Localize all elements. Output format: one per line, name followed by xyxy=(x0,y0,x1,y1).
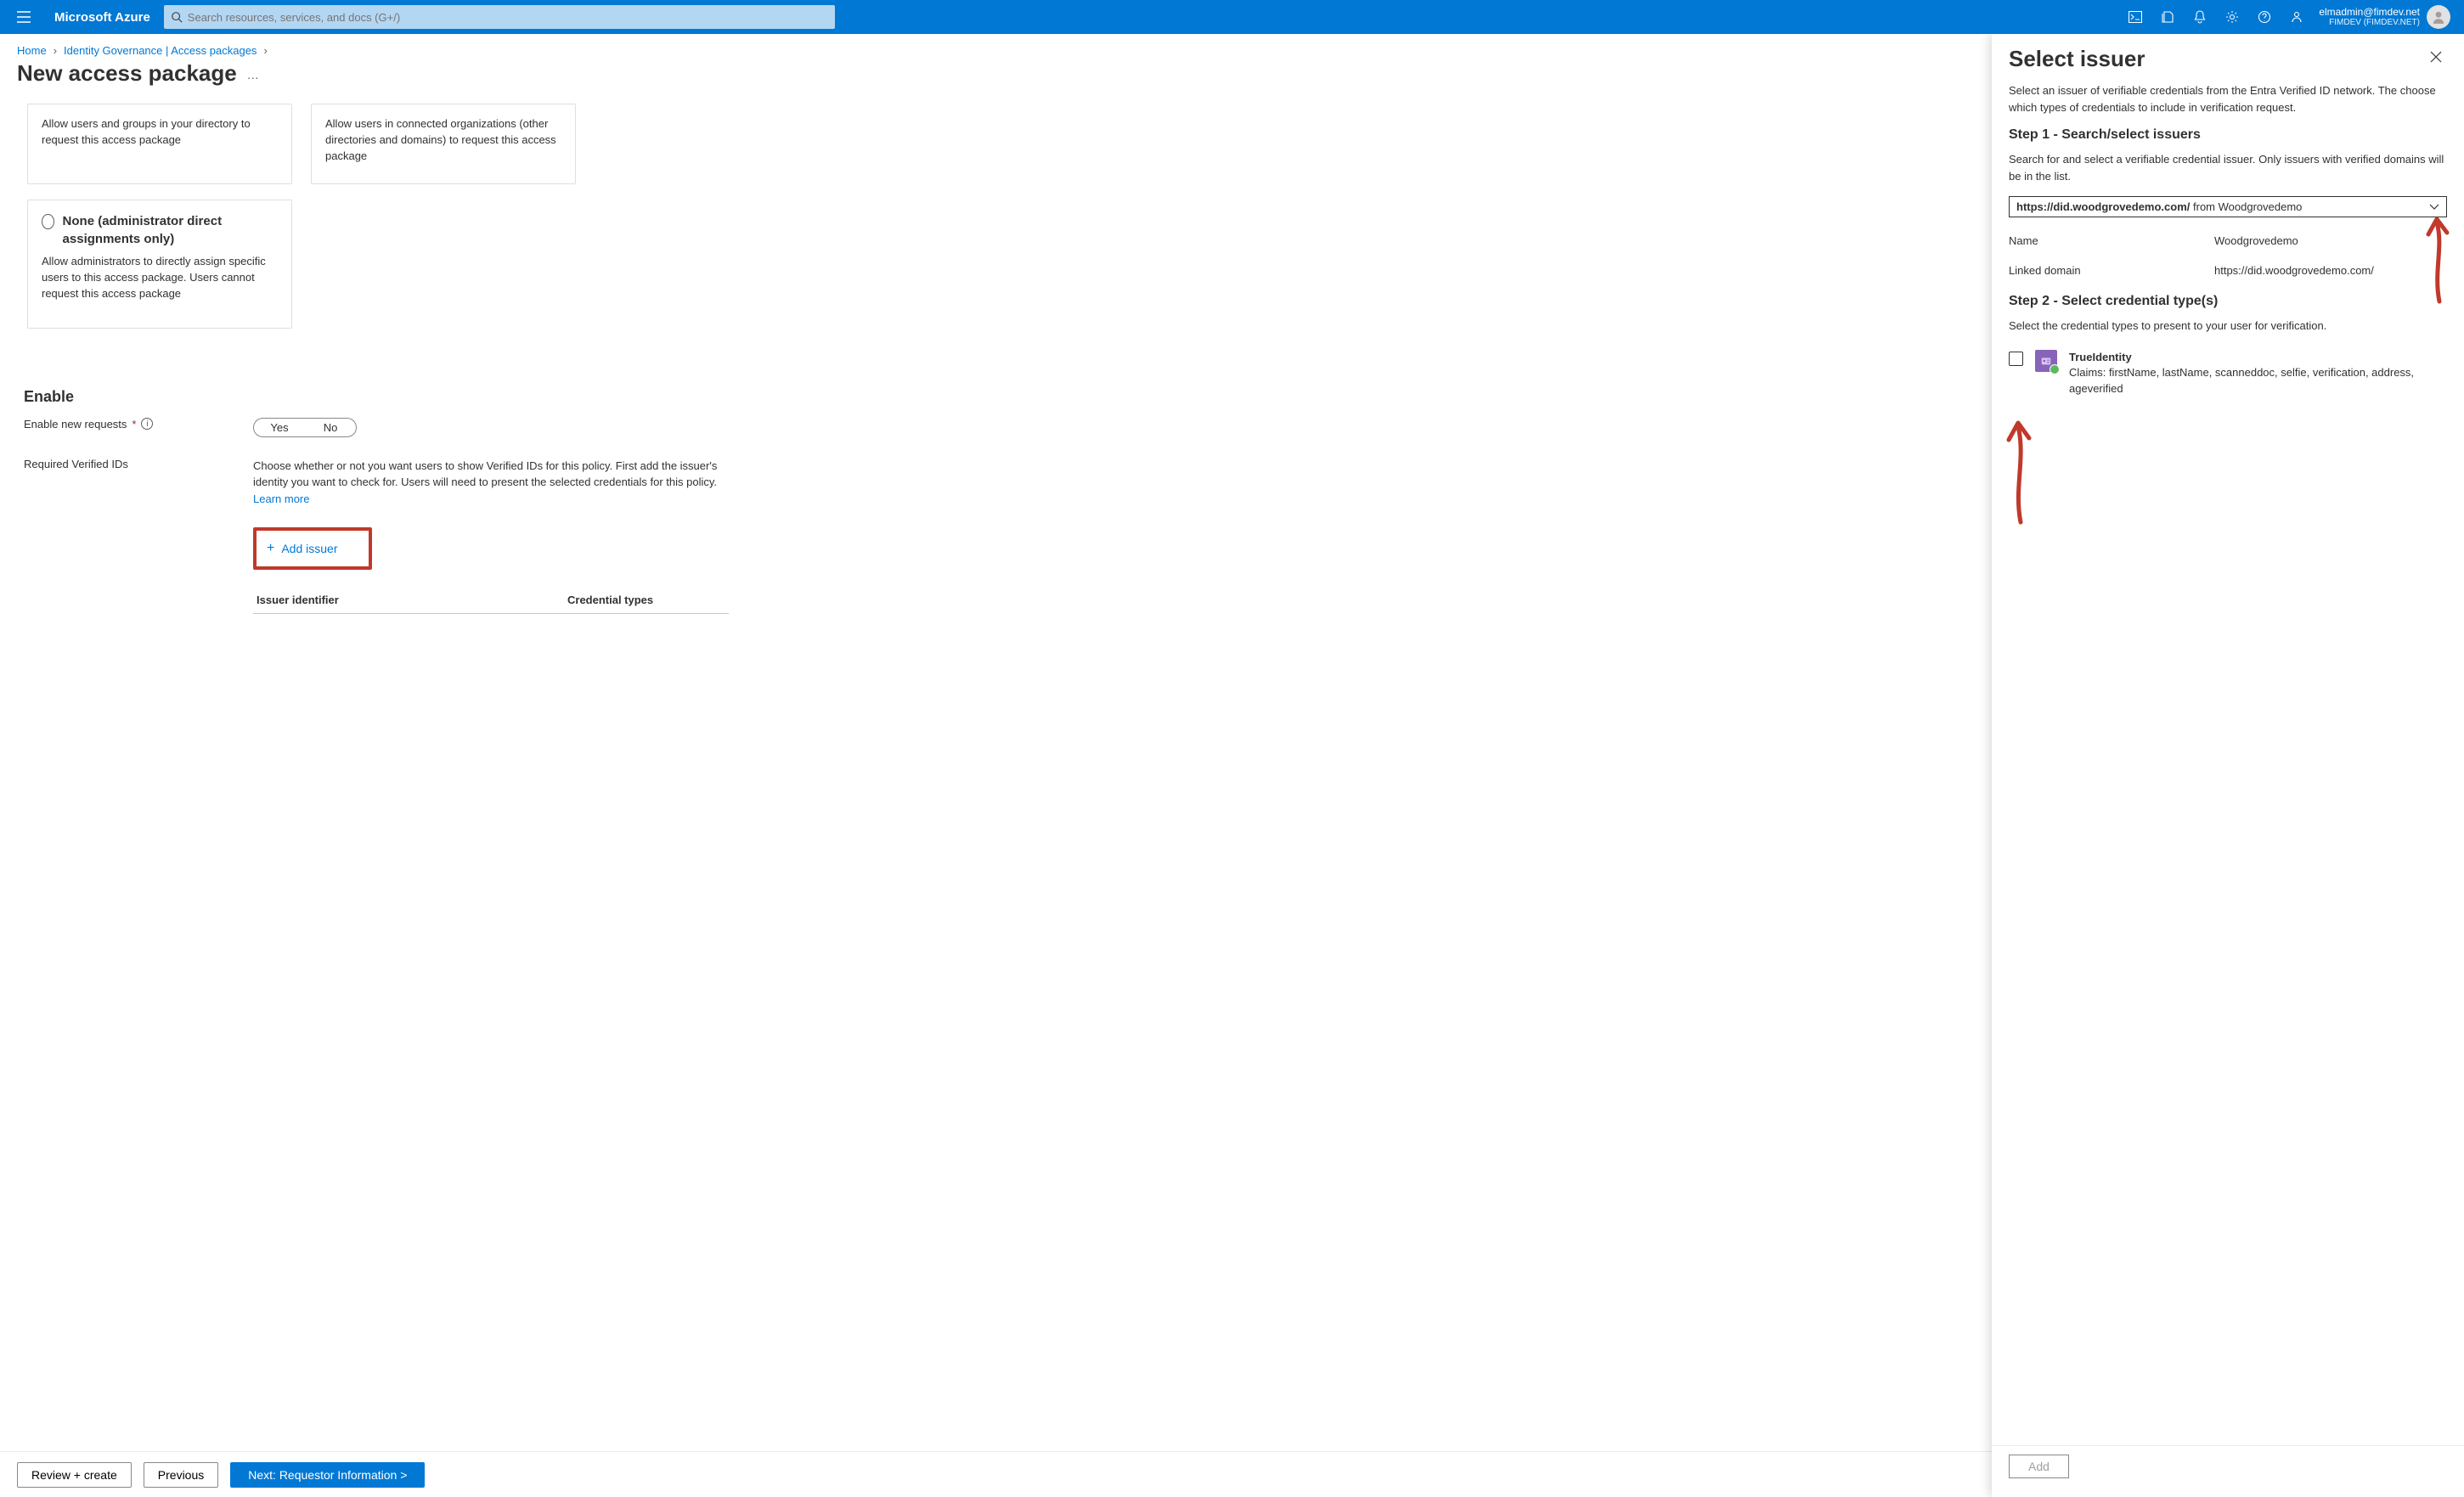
search-wrap xyxy=(164,5,835,29)
annotation-arrow xyxy=(1997,416,2039,526)
option-card-title: None (administrator direct assignments o… xyxy=(63,212,278,250)
step2-desc: Select the credential types to present t… xyxy=(2009,318,2447,335)
option-card-body: Allow administrators to directly assign … xyxy=(42,255,266,300)
toggle-no[interactable]: No xyxy=(305,419,356,436)
option-card-none-admin[interactable]: None (administrator direct assignments o… xyxy=(27,200,292,329)
required-star: * xyxy=(132,418,136,431)
credential-claims: Claims: firstName, lastName, scanneddoc,… xyxy=(2069,365,2447,397)
col-credential-types: Credential types xyxy=(567,594,729,606)
issuer-dropdown[interactable]: https://did.woodgrovedemo.com/ from Wood… xyxy=(2009,196,2447,217)
hamburger-icon xyxy=(17,11,31,23)
linked-domain-label: Linked domain xyxy=(2009,264,2214,277)
credential-item: TrueIdentity Claims: firstName, lastName… xyxy=(2009,350,2447,398)
option-card-body: Allow users in connected organizations (… xyxy=(325,117,556,162)
search-icon xyxy=(171,11,183,23)
radio-icon[interactable] xyxy=(42,214,54,229)
chevron-right-icon: › xyxy=(263,44,267,57)
enable-toggle[interactable]: Yes No xyxy=(253,418,357,437)
chevron-down-icon xyxy=(2429,204,2439,211)
issuer-name-label: Name xyxy=(2009,234,2214,247)
col-issuer-identifier: Issuer identifier xyxy=(253,594,567,606)
linked-domain-value: https://did.woodgrovedemo.com/ xyxy=(2214,264,2447,277)
learn-more-link[interactable]: Learn more xyxy=(253,492,309,505)
notifications-icon[interactable] xyxy=(2185,0,2215,34)
chevron-right-icon: › xyxy=(54,44,57,57)
review-create-button[interactable]: Review + create xyxy=(17,1462,132,1488)
directories-icon[interactable] xyxy=(2152,0,2183,34)
page-title: New access package xyxy=(17,60,237,87)
flyout-title: Select issuer xyxy=(2009,46,2145,72)
credential-icon xyxy=(2035,350,2057,372)
menu-toggle[interactable] xyxy=(7,11,41,23)
close-icon[interactable] xyxy=(2425,46,2447,68)
dropdown-rest: from Woodgrovedemo xyxy=(2190,200,2302,213)
required-verified-ids-label: Required Verified IDs xyxy=(24,458,228,470)
next-button[interactable]: Next: Requestor Information > xyxy=(230,1462,425,1488)
account-tenant: FIMDEV (FIMDEV.NET) xyxy=(2319,18,2420,28)
annotation-highlight: + Add issuer xyxy=(253,527,372,570)
option-card-body: Allow users and groups in your directory… xyxy=(42,117,251,146)
select-issuer-flyout: Select issuer Select an issuer of verifi… xyxy=(1992,34,2464,1497)
add-issuer-button[interactable]: + Add issuer xyxy=(257,531,369,566)
step2-heading: Step 2 - Select credential type(s) xyxy=(2009,294,2447,309)
step1-desc: Search for and select a verifiable crede… xyxy=(2009,151,2447,184)
annotation-arrow xyxy=(2418,212,2461,306)
dropdown-bold: https://did.woodgrovedemo.com/ xyxy=(2016,200,2190,213)
toggle-yes[interactable]: Yes xyxy=(254,419,305,436)
option-card-connected-orgs[interactable]: Allow users in connected organizations (… xyxy=(311,104,576,184)
person-icon xyxy=(2431,9,2446,25)
step1-heading: Step 1 - Search/select issuers xyxy=(2009,127,2447,143)
avatar xyxy=(2427,5,2450,29)
add-issuer-label: Add issuer xyxy=(281,542,337,555)
required-verified-ids-description: Choose whether or not you want users to … xyxy=(253,458,729,508)
cloud-shell-icon[interactable] xyxy=(2120,0,2151,34)
help-icon[interactable] xyxy=(2249,0,2280,34)
flyout-intro: Select an issuer of verifiable credentia… xyxy=(2009,82,2447,115)
option-card-directory-users[interactable]: Allow users and groups in your directory… xyxy=(27,104,292,184)
account-text: elmadmin@fimdev.net FIMDEV (FIMDEV.NET) xyxy=(2319,6,2420,28)
brand-label[interactable]: Microsoft Azure xyxy=(41,10,164,25)
settings-icon[interactable] xyxy=(2217,0,2247,34)
breadcrumb-identity-governance[interactable]: Identity Governance | Access packages xyxy=(64,44,257,57)
previous-button[interactable]: Previous xyxy=(144,1462,218,1488)
feedback-icon[interactable] xyxy=(2281,0,2312,34)
global-search[interactable] xyxy=(164,5,835,29)
search-input[interactable] xyxy=(188,11,828,24)
enable-new-requests-label: Enable new requests * i xyxy=(24,418,228,431)
issuer-table: Issuer identifier Credential types xyxy=(253,594,729,614)
info-icon[interactable]: i xyxy=(141,418,153,430)
account-email: elmadmin@fimdev.net xyxy=(2319,6,2420,18)
issuer-name-value: Woodgrovedemo xyxy=(2214,234,2447,247)
flyout-add-button[interactable]: Add xyxy=(2009,1455,2069,1478)
account-menu[interactable]: elmadmin@fimdev.net FIMDEV (FIMDEV.NET) xyxy=(2312,5,2457,29)
topbar-icons xyxy=(2120,0,2312,34)
azure-topbar: Microsoft Azure elmadmin@fimdev.net FIM xyxy=(0,0,2464,34)
breadcrumb-home[interactable]: Home xyxy=(17,44,47,57)
more-actions-icon[interactable]: ··· xyxy=(247,64,259,84)
plus-icon: + xyxy=(267,541,274,556)
credential-title: TrueIdentity xyxy=(2069,350,2447,366)
credential-checkbox[interactable] xyxy=(2009,352,2023,366)
